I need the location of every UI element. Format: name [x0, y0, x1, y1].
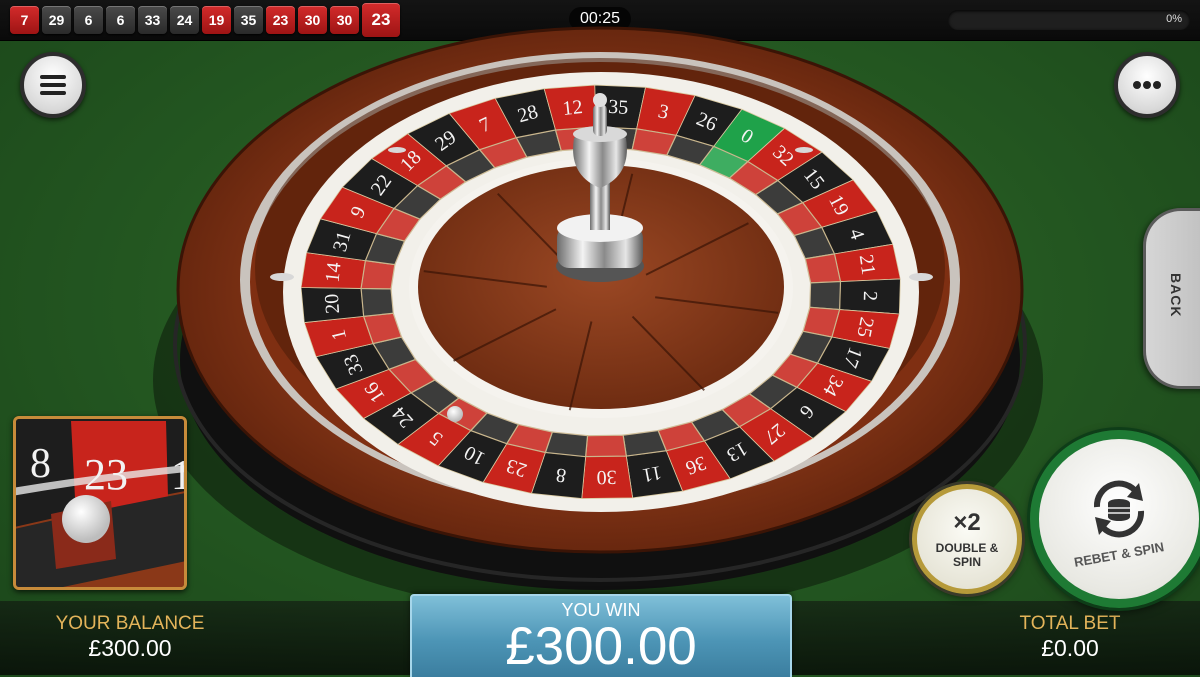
wheel-number: 35	[608, 96, 629, 119]
zoom-center-number: 23	[84, 450, 128, 499]
double-label-line1: DOUBLE &	[935, 541, 999, 555]
double-label: DOUBLE & SPIN	[917, 541, 1017, 569]
rebet-and-spin-button[interactable]: REBET & SPIN	[1030, 430, 1200, 608]
deflector-top-right	[795, 147, 813, 153]
wheel-number: 30	[596, 466, 616, 488]
double-and-spin-button[interactable]: ×2 DOUBLE & SPIN	[912, 484, 1022, 594]
total-bet-panel: TOTAL BET £0.00	[990, 613, 1150, 662]
total-bet-label: TOTAL BET	[1019, 613, 1121, 634]
back-button[interactable]: BACK	[1143, 208, 1200, 389]
double-multiplier: ×2	[953, 509, 981, 536]
wheel-pocket	[360, 259, 396, 290]
hamburger-icon	[40, 75, 66, 95]
wheel-pocket	[584, 434, 628, 458]
deflector-top-left	[388, 147, 406, 153]
balance-value: £300.00	[88, 635, 172, 661]
wheel-number: 12	[562, 96, 584, 120]
balance-label: YOUR BALANCE	[55, 613, 205, 634]
wheel-number: 20	[321, 293, 344, 314]
wheel-ball	[447, 406, 463, 422]
wheel-number: 2	[859, 291, 881, 301]
balance-panel: YOUR BALANCE £300.00	[40, 613, 220, 662]
back-label: BACK	[1168, 273, 1184, 318]
wheel-pocket	[360, 287, 394, 318]
total-bet-value: £0.00	[1041, 635, 1099, 661]
ball-zoom-view: 8 23 1	[13, 416, 187, 590]
menu-button[interactable]	[20, 52, 86, 118]
wheel-number: 25	[852, 315, 877, 339]
wheel-pocket	[809, 280, 842, 311]
zoom-ball	[62, 495, 110, 543]
wheel-pocket	[804, 253, 842, 284]
more-options-button[interactable]	[1114, 52, 1180, 118]
zoom-left-number: 8	[30, 441, 51, 487]
ellipsis-icon	[1133, 81, 1161, 89]
wheel-number: 21	[855, 253, 880, 276]
deflector-right	[909, 273, 933, 281]
rebet-icon	[1093, 480, 1145, 538]
win-panel: YOU WIN £300.00	[410, 594, 792, 677]
wheel-number: 14	[322, 261, 346, 283]
wheel-number: 11	[640, 461, 663, 486]
double-label-line2: SPIN	[952, 555, 981, 569]
zoom-right-number: 1	[171, 453, 184, 499]
win-value: £300.00	[505, 617, 697, 676]
deflector-left	[270, 273, 294, 281]
